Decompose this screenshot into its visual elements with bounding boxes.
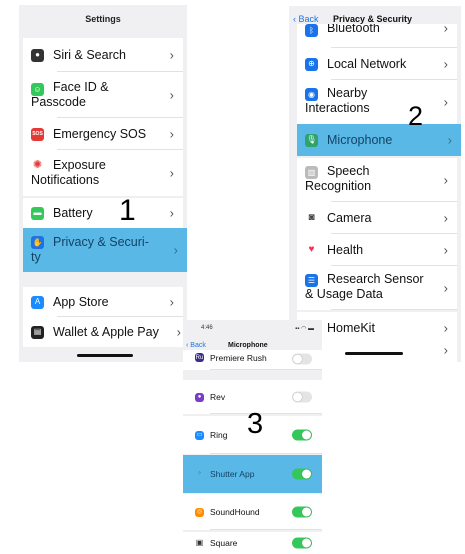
chevron-right-icon: › — [169, 165, 174, 181]
privacy-item-label: Microphone — [327, 132, 393, 147]
privacy-item-label-line2: Interactions — [305, 101, 370, 115]
microphone-toggle-square[interactable] — [292, 537, 312, 549]
app-label: Square — [210, 538, 238, 548]
settings-item-emergency-sos[interactable]: SOS Emergency SOS › — [23, 118, 183, 150]
step-number-1: 1 — [119, 194, 136, 227]
privacy-item-label: Nearby — [327, 86, 368, 100]
settings-item-face-id[interactable]: ☺ Face ID & Passcode › — [23, 72, 183, 118]
chevron-right-icon: › — [443, 172, 448, 188]
microphone-toggle-ring[interactable] — [292, 429, 312, 441]
settings-item-label: Wallet & Apple Pay — [53, 324, 159, 339]
chevron-right-icon: › — [443, 24, 448, 36]
chevron-right-icon: › — [169, 126, 174, 142]
chevron-right-icon: › — [169, 205, 174, 221]
soundhound-icon: ◎ — [195, 507, 204, 517]
home-indicator — [77, 354, 133, 357]
chevron-right-icon: › — [169, 47, 174, 63]
settings-item-label-line2: Passcode — [31, 95, 86, 109]
back-button[interactable]: ‹ Back — [293, 14, 319, 24]
privacy-item-label: Local Network — [327, 56, 407, 71]
privacy-item-microphone[interactable]: 🎙 Microphone › — [297, 124, 461, 156]
settings-item-label-line2: ty — [31, 250, 41, 264]
chevron-right-icon: › — [443, 280, 448, 296]
microphone-toggle-premiere-rush[interactable] — [292, 353, 312, 365]
step-number-2: 2 — [408, 101, 424, 131]
settings-item-label: Exposure — [53, 158, 106, 172]
privacy-item-label: Speech — [327, 164, 370, 178]
chevron-right-icon: › — [173, 242, 178, 258]
settings-item-battery[interactable]: ▬ Battery › — [23, 198, 183, 228]
chevron-right-icon: › — [443, 320, 448, 336]
privacy-item-bluetooth[interactable]: ᛒ Bluetooth › — [297, 24, 457, 48]
status-icons: ▪▪ ◠ ▬ — [295, 326, 314, 332]
privacy-title: Privacy & Security — [333, 14, 413, 24]
ring-icon: ▭ — [195, 430, 204, 440]
settings-item-label: App Store — [53, 294, 109, 309]
settings-item-label: Emergency SOS — [53, 126, 147, 141]
chevron-right-icon: › — [169, 87, 174, 103]
settings-item-exposure[interactable]: ✺ Exposure Notifications › — [23, 150, 183, 196]
settings-item-app-store[interactable]: A App Store › — [23, 287, 183, 317]
privacy-item-label: Camera — [327, 210, 372, 225]
square-icon: ▣ — [195, 537, 204, 547]
chevron-right-icon: › — [443, 94, 448, 110]
microphone-toggle-shutter[interactable] — [292, 468, 312, 480]
privacy-item-label: Health — [327, 242, 364, 257]
chevron-right-icon: › — [443, 210, 448, 226]
privacy-item-label: Bluetooth — [327, 24, 380, 35]
settings-item-siri[interactable]: ● Siri & Search › — [23, 38, 183, 72]
microphone-title: Microphone — [228, 342, 268, 349]
premiere-rush-icon: Ru — [195, 353, 204, 362]
chevron-right-icon: › — [447, 132, 452, 148]
back-button[interactable]: ‹ Back — [186, 342, 206, 349]
step-number-3: 3 — [247, 408, 264, 440]
app-row-premiere-rush: Ru Premiere Rush — [183, 350, 322, 370]
settings-screen: Settings ● Siri & Search › ☺ Face ID & Pa… — [19, 5, 187, 362]
app-label: Shutter App — [210, 468, 255, 479]
privacy-item-nearby[interactable]: ◉ Nearby Interactions › — [297, 80, 457, 124]
status-time: 4:46 — [201, 325, 213, 331]
shutter-icon: ⁘ — [196, 471, 203, 477]
settings-title: Settings — [85, 14, 121, 24]
back-label: Back — [298, 14, 319, 24]
settings-item-wallet[interactable]: ▤ Wallet & Apple Pay › — [23, 317, 183, 347]
chevron-right-icon: › — [169, 294, 174, 310]
settings-item-label-line2: Notifications — [31, 173, 100, 187]
chevron-right-icon: › — [176, 324, 181, 340]
privacy-item-local-network[interactable]: ⊕ Local Network › — [297, 48, 457, 80]
settings-item-label: Face ID & — [53, 80, 109, 94]
app-row-shutter: ⁘ Shutter App — [183, 455, 322, 493]
chevron-right-icon: › — [443, 342, 448, 358]
privacy-item-research[interactable]: ☰ Research Sensor & Usage Data › — [297, 266, 457, 310]
app-label: SoundHound — [210, 506, 260, 517]
privacy-item-label-line2: & Usage Data — [305, 287, 383, 301]
rev-icon: ● — [195, 392, 204, 402]
privacy-screen: ‹ Back Privacy & Security ᛒ Bluetooth › … — [289, 6, 461, 362]
home-indicator — [345, 352, 403, 355]
app-row-soundhound: ◎ SoundHound — [183, 494, 322, 530]
settings-item-label: Battery — [53, 205, 93, 220]
privacy-item-label: Research Sensor — [327, 272, 424, 286]
app-row-square: ▣ Square — [183, 532, 322, 554]
back-label: Back — [190, 342, 206, 349]
app-label: Rev — [210, 391, 226, 402]
microphone-toggle-soundhound[interactable] — [292, 506, 312, 518]
settings-item-privacy[interactable]: ✋ Privacy & Securi-ty › — [23, 228, 187, 272]
privacy-item-label-line2: Recognition — [305, 179, 372, 193]
chevron-right-icon: › — [443, 242, 448, 258]
chevron-right-icon: › — [443, 56, 448, 72]
privacy-item-camera[interactable]: ◙ Camera › — [297, 202, 457, 234]
settings-item-label: Siri & Search — [53, 47, 126, 62]
microphone-toggle-rev[interactable] — [292, 391, 312, 403]
settings-item-label: Privacy & Securi- — [53, 235, 149, 249]
privacy-item-health[interactable]: ♥ Health › — [297, 234, 457, 266]
privacy-item-speech[interactable]: ▥ Speech Recognition › — [297, 158, 457, 202]
app-label: Premiere Rush — [210, 353, 267, 363]
